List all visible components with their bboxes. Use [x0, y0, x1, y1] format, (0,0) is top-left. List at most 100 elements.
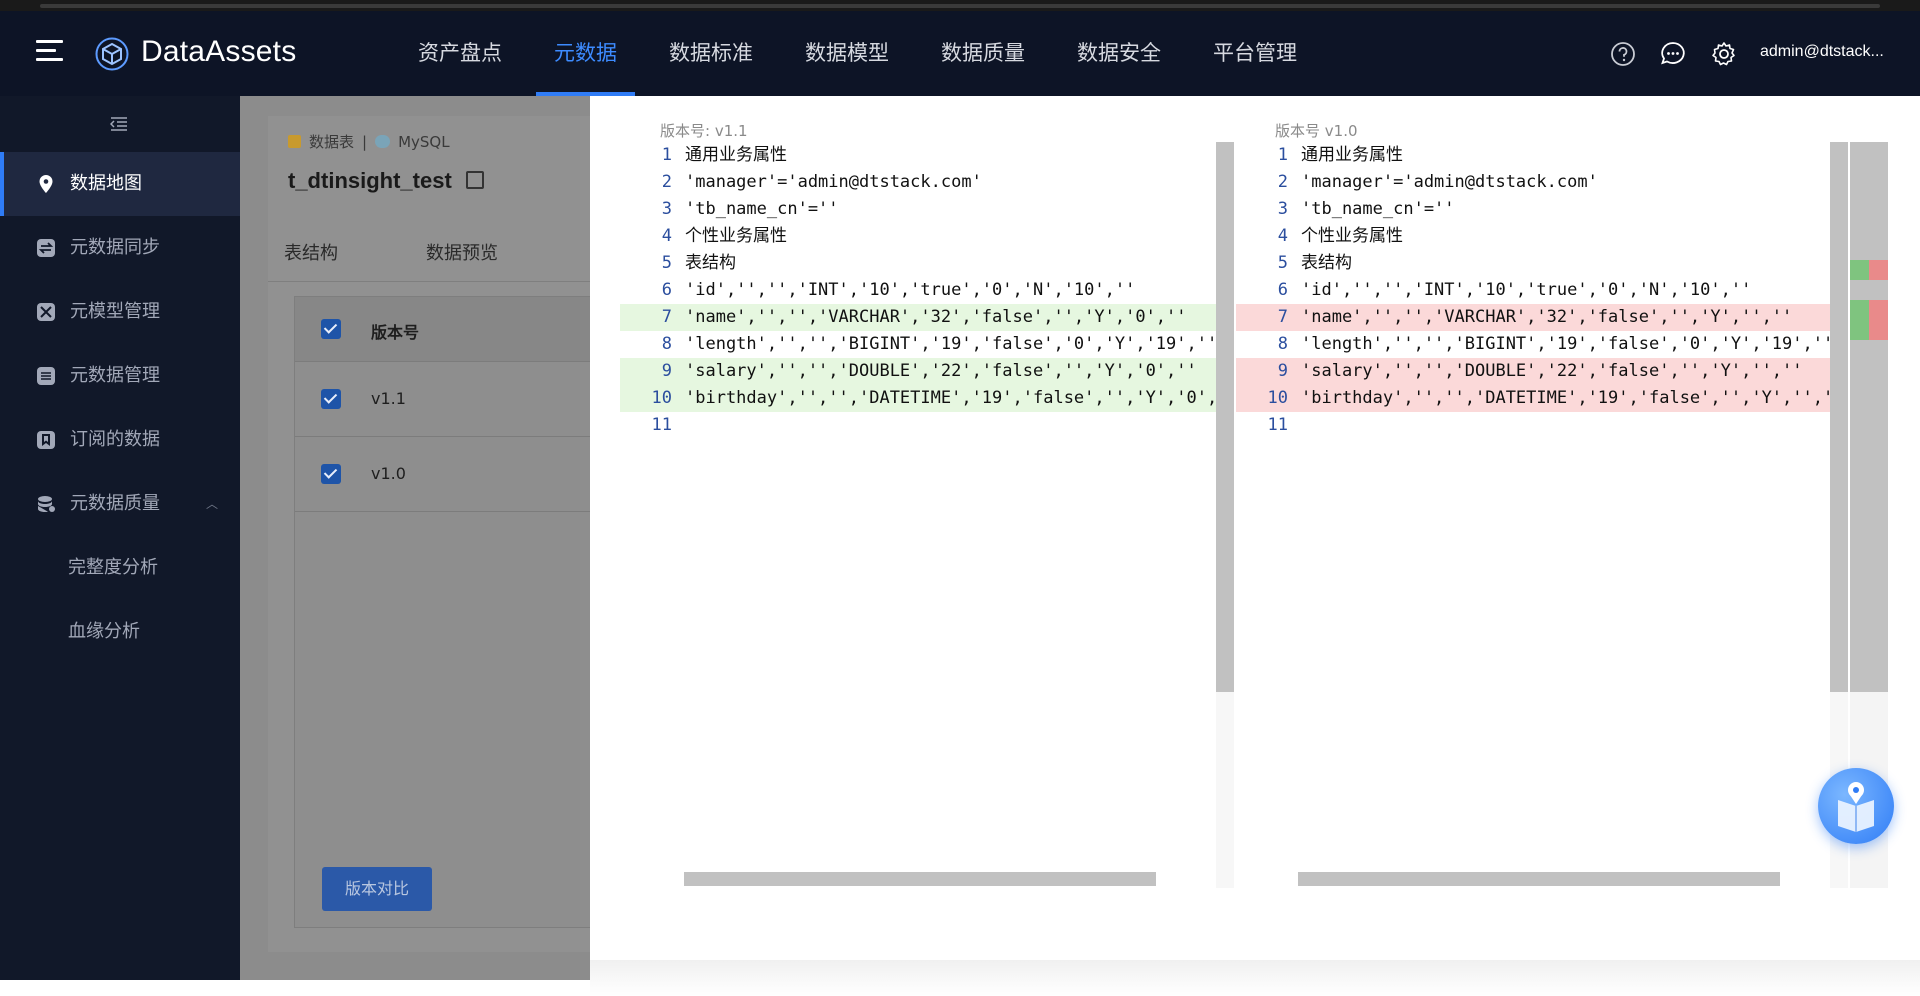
- code-text: 'manager'='admin@dtstack.com': [685, 172, 982, 192]
- overview-thumb[interactable]: [1850, 142, 1888, 692]
- sync-icon: [37, 239, 55, 257]
- line-number: 5: [661, 253, 672, 273]
- version-checkbox[interactable]: [321, 464, 341, 484]
- window-top-strip: [0, 0, 1920, 11]
- code-line: 5 表结构: [1236, 250, 1832, 277]
- nav-item-5[interactable]: 数据安全: [1051, 11, 1187, 96]
- code-text: 'length','','','BIGINT','19','false','0'…: [685, 334, 1218, 354]
- main-nav: 资产盘点 元数据 数据标准 数据模型 数据质量 数据安全 平台管理: [392, 11, 1323, 96]
- overview-removed-mark: [1869, 260, 1888, 280]
- table-name: t_dtinsight_test: [288, 168, 452, 193]
- code-line: 10 'birthday','','','DATETIME','19','fals…: [1236, 385, 1843, 412]
- version-table-header: 版本号: [295, 297, 591, 362]
- sidebar-item-label: 订阅的数据: [70, 429, 160, 450]
- right-version-label: 版本号 v1.0: [1275, 122, 1358, 140]
- nav-item-0[interactable]: 资产盘点: [392, 11, 528, 96]
- version-header-label: 版本号: [371, 323, 420, 342]
- left-diff-editor[interactable]: 1 通用业务属性 2 'manager'='admin@dtstack.com' 3 't…: [620, 142, 1238, 888]
- table-row: v1.0: [295, 437, 591, 512]
- left-horizontal-scrollbar[interactable]: [684, 872, 1156, 886]
- data-map-float-button[interactable]: [1818, 768, 1894, 844]
- table-detail-page: 数据表 | MySQL t_dtinsight_test 表结构 数据预览 版本号 …: [240, 96, 592, 980]
- side-menu: 数据地图元数据同步 元模型管理 元数据管理订阅的数据元数据质量 ︿ 完整度分析 血缘分析: [0, 96, 240, 980]
- breadcrumb-table[interactable]: 数据表: [309, 133, 354, 151]
- left-scroll-thumb[interactable]: [1216, 142, 1234, 692]
- compare-versions-button[interactable]: 版本对比: [322, 867, 432, 911]
- code-line: 6 'id','','','INT','10','true','0','N','1…: [620, 277, 1216, 304]
- right-diff-editor[interactable]: 1 通用业务属性 2 'manager'='admin@dtstack.com' 3 't…: [1236, 142, 1843, 888]
- left-vertical-scrollbar[interactable]: [1216, 142, 1234, 888]
- code-line: 11: [1236, 412, 1832, 439]
- side-menu-list: 数据地图元数据同步 元模型管理 元数据管理订阅的数据元数据质量 ︿ 完整度分析 血缘分析: [0, 152, 240, 664]
- code-line: 7 'name','','','VARCHAR','32','false','',…: [620, 304, 1216, 331]
- overview-added-mark: [1850, 300, 1869, 340]
- right-horizontal-scrollbar[interactable]: [1298, 872, 1780, 886]
- menu-icon[interactable]: [36, 40, 63, 62]
- version-checkbox[interactable]: [321, 389, 341, 409]
- tab-schema[interactable]: 表结构: [284, 226, 338, 281]
- code-text: 'length','','','BIGINT','19','false','0'…: [1301, 334, 1834, 354]
- nav-item-2[interactable]: 数据标准: [643, 11, 779, 96]
- line-number: 4: [661, 226, 672, 246]
- copy-icon[interactable]: [466, 171, 484, 189]
- overview-added-mark: [1850, 260, 1869, 280]
- settings-icon[interactable]: [1711, 41, 1737, 67]
- code-line: 2 'manager'='admin@dtstack.com': [620, 169, 1216, 196]
- left-version-label: 版本号: v1.1: [660, 122, 748, 140]
- breadcrumb: 数据表 | MySQL: [288, 131, 450, 152]
- code-text: 'birthday','','','DATETIME','19','false'…: [1301, 388, 1844, 408]
- sidebar-item-1[interactable]: 元数据同步: [0, 216, 240, 280]
- help-icon[interactable]: [1610, 41, 1636, 67]
- line-number: 6: [1277, 280, 1288, 300]
- code-text: 'id','','','INT','10','true','0','N','10…: [685, 280, 1136, 300]
- code-line: 2 'manager'='admin@dtstack.com': [1236, 169, 1832, 196]
- chevron-up-icon[interactable]: ︿: [206, 472, 218, 536]
- code-text: 表结构: [685, 253, 736, 273]
- sidebar-subitem-1[interactable]: 血缘分析: [0, 600, 240, 664]
- code-line: 11: [620, 412, 1216, 439]
- code-text: 'tb_name_cn'='': [685, 199, 839, 219]
- nav-item-1[interactable]: 元数据: [528, 11, 643, 96]
- nav-item-6[interactable]: 平台管理: [1187, 11, 1323, 96]
- line-number: 1: [1277, 145, 1288, 165]
- line-number: 11: [1267, 415, 1288, 435]
- line-number: 3: [1277, 199, 1288, 219]
- sidebar-item-4[interactable]: 订阅的数据: [0, 408, 240, 472]
- code-text: 'manager'='admin@dtstack.com': [1301, 172, 1598, 192]
- code-line: 3 'tb_name_cn'='': [620, 196, 1216, 223]
- line-number: 9: [1277, 361, 1288, 381]
- drawer-bottom-shadow: [590, 960, 1920, 996]
- code-line: 8 'length','','','BIGINT','19','false','0…: [620, 331, 1218, 358]
- code-text: 个性业务属性: [685, 226, 787, 246]
- line-number: 10: [651, 388, 672, 408]
- code-text: 个性业务属性: [1301, 226, 1403, 246]
- nav-item-3[interactable]: 数据模型: [779, 11, 915, 96]
- sidebar-item-2[interactable]: 元模型管理: [0, 280, 240, 344]
- table-icon: [288, 135, 301, 148]
- select-all-checkbox[interactable]: [321, 319, 341, 339]
- sidebar-subitem-0[interactable]: 完整度分析: [0, 536, 240, 600]
- database-icon: [37, 367, 55, 385]
- sidebar-item-3[interactable]: 元数据管理: [0, 344, 240, 408]
- message-icon[interactable]: [1660, 41, 1686, 67]
- table-row: v1.1: [295, 362, 591, 437]
- code-line: 10 'birthday','','','DATETIME','19','fals…: [620, 385, 1238, 412]
- code-line: 8 'length','','','BIGINT','19','false','0…: [1236, 331, 1834, 358]
- tab-preview[interactable]: 数据预览: [426, 226, 498, 281]
- code-text: 'birthday','','','DATETIME','19','false'…: [685, 388, 1238, 408]
- code-line: 5 表结构: [620, 250, 1216, 277]
- code-text: 'name','','','VARCHAR','32','false','','…: [685, 307, 1187, 327]
- code-text: 'salary','','','DOUBLE','22','false','',…: [685, 361, 1197, 381]
- sidebar-item-label: 数据地图: [70, 173, 142, 194]
- sidebar-item-label: 元数据质量: [70, 493, 160, 514]
- line-number: 7: [661, 307, 672, 327]
- collapse-menu-icon[interactable]: [110, 116, 128, 132]
- right-scroll-thumb[interactable]: [1830, 142, 1848, 692]
- sidebar-item-0[interactable]: 数据地图: [0, 152, 240, 216]
- sidebar-item-5[interactable]: 元数据质量 ︿: [0, 472, 240, 536]
- overview-removed-mark: [1869, 300, 1888, 340]
- user-account[interactable]: admin@dtstack...: [1760, 43, 1884, 61]
- nav-item-4[interactable]: 数据质量: [915, 11, 1051, 96]
- line-number: 7: [1277, 307, 1288, 327]
- code-text: 'tb_name_cn'='': [1301, 199, 1455, 219]
